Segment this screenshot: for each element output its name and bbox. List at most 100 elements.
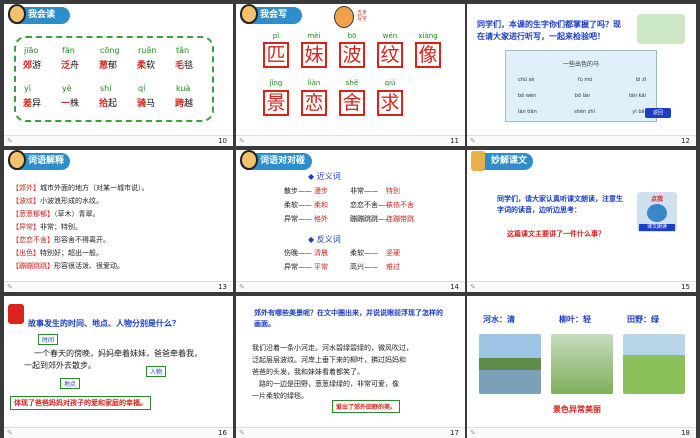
slide-thumbnail-10[interactable]: 我会读 jiāo 郊游 fàn 泛舟 cōng 葱郁 ruǎn 柔软 tǎn 毛毯 yì 差异 yè 一株… <box>4 4 233 146</box>
vocab-word: 柔软 <box>137 58 155 71</box>
word-char-highlight: 骑 <box>137 99 147 109</box>
slide-number: 13 <box>218 283 227 291</box>
base-word: 伤晚—— <box>284 249 312 257</box>
slide-thumbnail-11[interactable]: 我会写 五步写字 pǐ mèi bō wén xiàng 匹妹波纹像 jǐng liàn s… <box>236 4 465 146</box>
vocab-word: 葱郁 <box>99 58 117 71</box>
definition-text: 特别好；超出一般。 <box>40 249 103 257</box>
base-word: 散步—— <box>284 187 312 195</box>
pinyin-word: bō wén <box>518 93 537 99</box>
definition-text: （草木）青翠。 <box>54 210 100 218</box>
definition-item: 【异常】非常；特别。 <box>12 221 82 233</box>
listening-instructions: 同学们，请大家认真听课文朗读，注意生字词的读音，边听边思考： <box>497 195 623 214</box>
word-char-highlight: 毛 <box>175 61 185 71</box>
word-char-highlight: 郊 <box>23 61 33 71</box>
field-photo <box>623 334 685 394</box>
tag-person: 人物 <box>146 366 167 377</box>
pinyin-word: chū sè <box>518 77 535 83</box>
word-char: 马 <box>146 99 156 109</box>
pinyin-label: mèi <box>307 32 321 40</box>
child-icon <box>240 150 258 170</box>
paired-word: 依依不舍 <box>386 201 414 209</box>
back-button[interactable]: 返回 <box>645 108 671 118</box>
writing-char-box: 恋 <box>301 90 327 116</box>
scenery-summary: 爱出了郊外田野的美。 <box>332 400 401 413</box>
slide-thumbnail-13[interactable]: 词语解释 【郊外】城市外面的地方（对某一城市说）。 【波纹】小波浪形成的水纹。 【葱… <box>4 150 233 292</box>
definition-text: 形容很活泼、很爱动。 <box>54 262 124 270</box>
word-char: 越 <box>184 99 194 109</box>
slide-thumbnail-16[interactable]: 故事发生的时间、地点、人物分别是什么？ 时间 一个春天的傍晚，妈妈牵着妹妹，爸爸… <box>4 296 233 438</box>
pinyin-word: fú mó <box>577 77 593 83</box>
vocab-word: 差异 <box>23 96 41 109</box>
pinyin-word: yì bǎi <box>632 109 646 115</box>
definition-term: 【恋恋不舍】 <box>12 236 54 244</box>
slide-thumbnail-12[interactable]: 同学们，本课的生字你们都掌握了吗？现在请大家进行听写，一起来检验吧！ 一些出色的… <box>467 4 696 146</box>
pinyin-label: yè <box>62 84 72 93</box>
slide-icon: ✎ <box>470 429 476 437</box>
child-writing-icon <box>240 4 258 24</box>
writing-char-box: 求 <box>377 90 403 116</box>
card-title: 一些出色的马 <box>562 61 599 68</box>
label-field: 田野：绿 <box>627 315 659 324</box>
pinyin-label: jiāo <box>24 46 39 55</box>
writing-char-box: 景 <box>263 90 289 116</box>
definition-term: 【异常】 <box>12 223 40 231</box>
cd-icon <box>647 204 667 222</box>
slide-thumbnail-17[interactable]: 郊外有哪些美景呢？在文中圈出来，并说说眼前浮现了怎样的画面。 我们沿着一条小河走… <box>236 296 465 438</box>
child-icon <box>8 304 24 324</box>
slide-icon: ✎ <box>239 137 245 145</box>
word-char-highlight: 一 <box>61 99 71 109</box>
paired-word: 连蹦带跳 <box>386 215 414 223</box>
vocab-word: 一株 <box>61 96 79 109</box>
word-char: 株 <box>70 99 80 109</box>
slide-thumbnail-15[interactable]: 妙解课文 同学们，请大家认真听课文朗读，注意生字词的读音，边听边思考： 这篇课文… <box>467 150 696 292</box>
paired-word: 难过 <box>386 263 400 271</box>
pinyin-label: qiú <box>384 79 396 87</box>
slide-thumbnail-18[interactable]: 河水：清 柳叶：轻 田野：绿 景色异常美丽 ✎ 18 <box>467 296 696 438</box>
definition-text: 城市外面的地方（对某一城市说）。 <box>40 184 149 192</box>
pinyin-label: wén <box>382 32 398 40</box>
base-word: 异常—— <box>284 215 312 223</box>
tag-time: 时间 <box>38 334 59 345</box>
word-char: 起 <box>108 99 118 109</box>
word-char-highlight: 跨 <box>175 99 185 109</box>
definition-item: 【郊外】城市外面的地方（对某一城市说）。 <box>12 182 149 194</box>
pinyin-label: ruǎn <box>138 46 157 55</box>
audio-player[interactable]: 点我 课文朗读 <box>637 192 677 232</box>
pinyin-word: tān kāi <box>628 93 646 99</box>
definition-term: 【葱葱郁郁】 <box>12 210 54 218</box>
child-icon <box>8 150 26 170</box>
pinyin-label: kuà <box>176 84 191 93</box>
word-char-highlight: 泛 <box>61 61 71 71</box>
passage-line: 一片柔软的绿毯。 <box>252 392 308 400</box>
definition-item: 【恋恋不舍】形容舍不得离开。 <box>12 234 110 246</box>
vocab-word: 骑马 <box>137 96 155 109</box>
slide-number: 12 <box>681 137 690 145</box>
pinyin-word: bō lán <box>574 93 591 99</box>
pinyin-word: shèn zhì <box>574 109 595 115</box>
writing-char-box: 舍 <box>339 90 365 116</box>
slide-thumbnail-14[interactable]: 词语对对碰 ◆ 近义词 散步—— 漫步 非常—— 特别 柔软—— 柔和 恋恋不舍—— 依依不舍… <box>236 150 465 292</box>
word-char-highlight: 差 <box>23 99 33 109</box>
writing-char-box: 匹 <box>263 42 289 68</box>
word-char: 软 <box>146 61 156 71</box>
paired-word: 特别 <box>386 187 400 195</box>
definition-text: 小波浪形成的水纹。 <box>40 197 103 205</box>
word-char-highlight: 柔 <box>137 61 147 71</box>
label-willow: 柳叶：轻 <box>559 315 591 324</box>
slide-number: 15 <box>681 283 690 291</box>
slide-icon: ✎ <box>7 429 13 437</box>
tag-place: 地点 <box>60 378 81 389</box>
scenery-question: 郊外有哪些美景呢？在文中圈出来，并说说眼前浮现了怎样的画面。 <box>254 309 443 328</box>
pinyin-label: qí <box>138 84 146 93</box>
cartoon-boy-icon <box>334 6 354 28</box>
story-line-2: 一起到郊外去散步。 <box>24 361 96 370</box>
cartoon-kids-illustration <box>637 14 685 44</box>
passage-line: 爸爸的头发，我和妹妹看着都笑了。 <box>252 368 364 376</box>
word-char: 游 <box>32 61 42 71</box>
vocab-word: 跨越 <box>175 96 193 109</box>
slide-icon: ✎ <box>470 283 476 291</box>
label-river: 河水：清 <box>483 315 515 324</box>
base-word: 高兴—— <box>350 263 378 271</box>
definition-item: 【出色】特别好；超出一般。 <box>12 247 103 259</box>
pinyin-label: tǎn <box>176 46 190 55</box>
